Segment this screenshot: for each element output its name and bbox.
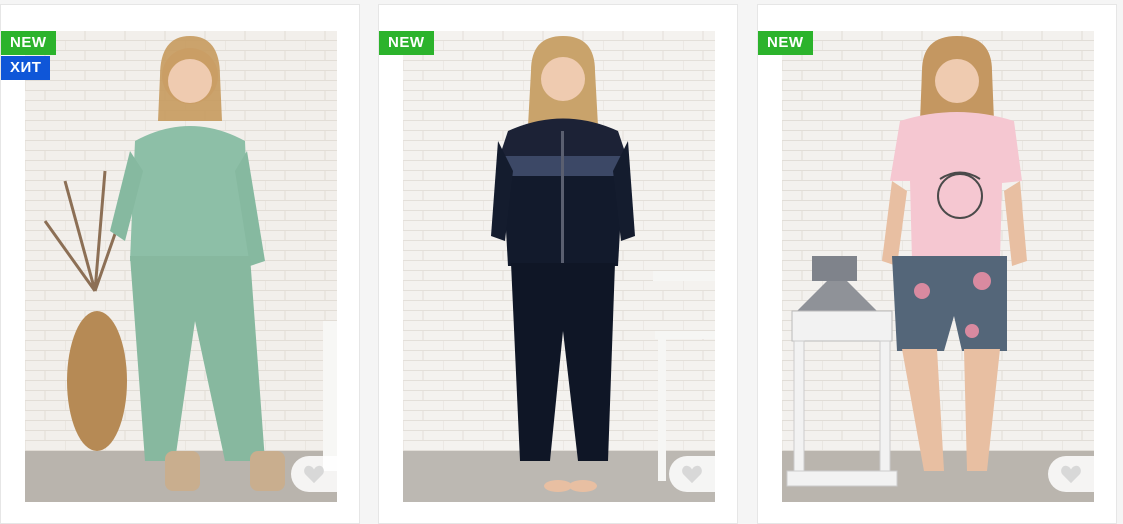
product-card[interactable]: NEW (757, 4, 1117, 524)
product-card[interactable]: NEW ХИТ (0, 4, 360, 524)
badge-new: NEW (758, 31, 813, 55)
add-to-favorites-button[interactable] (291, 456, 337, 492)
product-photo[interactable] (403, 31, 715, 502)
badge-new: NEW (379, 31, 434, 55)
product-image (782, 31, 1094, 502)
product-image (25, 31, 337, 502)
heart-icon (1061, 465, 1081, 484)
product-photo[interactable] (782, 31, 1094, 502)
badge-new: NEW (1, 31, 56, 55)
badge-hit: ХИТ (1, 56, 51, 80)
product-photo[interactable] (25, 31, 337, 502)
product-card[interactable]: NEW (378, 4, 738, 524)
heart-icon (304, 465, 324, 484)
add-to-favorites-button[interactable] (1048, 456, 1094, 492)
heart-icon (682, 465, 702, 484)
add-to-favorites-button[interactable] (669, 456, 715, 492)
product-image (403, 31, 715, 502)
